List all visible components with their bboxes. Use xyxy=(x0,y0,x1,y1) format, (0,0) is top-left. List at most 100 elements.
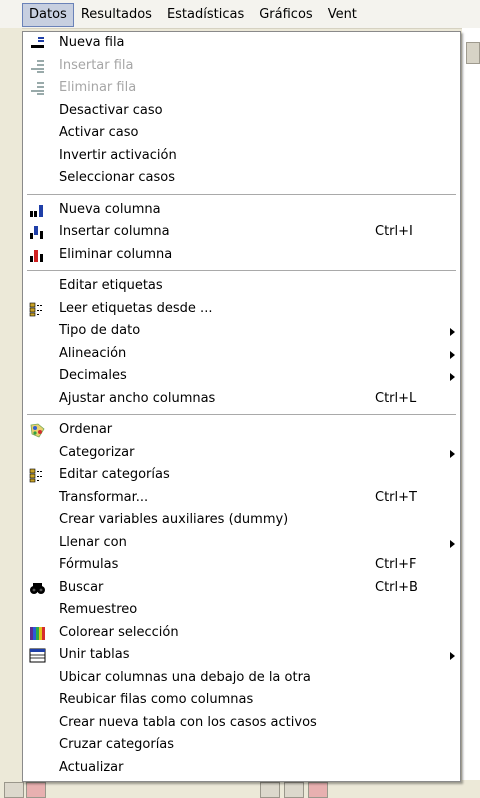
menu-item-colorear-seleccion[interactable]: Colorear selección xyxy=(23,622,460,645)
menu-item-editar-etiquetas[interactable]: Editar etiquetas xyxy=(23,275,460,298)
submenu-arrow-icon xyxy=(450,539,455,548)
menu-item-label: Ajustar ancho columnas xyxy=(59,390,216,406)
menu-item-label: Activar caso xyxy=(59,125,139,140)
menu-item-label: Insertar fila xyxy=(59,57,134,73)
shortcut-label: Ctrl+F xyxy=(375,557,417,572)
menu-item-ubicar-columnas-una-debajo-de-la-otra[interactable]: Ubicar columnas una debajo de la otra xyxy=(23,667,460,690)
menu-item-transformar[interactable]: Transformar... Ctrl+T xyxy=(23,487,460,510)
menu-item-leer-etiquetas-desde[interactable]: Leer etiquetas desde ... xyxy=(23,298,460,321)
submenu-arrow-icon xyxy=(450,652,455,660)
menu-item-label: Alineación xyxy=(59,345,127,361)
menu-item-label: Ubicar columnas una debajo de la otra xyxy=(59,669,311,685)
menu-estadisticas[interactable]: Estadísticas xyxy=(160,4,252,26)
menu-item-desactivar-caso[interactable]: Desactivar caso xyxy=(23,100,460,123)
menu-graficos[interactable]: Gráficos xyxy=(252,4,320,26)
menu-item-invertir-activacion[interactable]: Invertir activación xyxy=(23,145,460,168)
background-window-right xyxy=(462,28,480,796)
menu-item-label: Remuestreo xyxy=(59,602,138,617)
menu-item-decimales[interactable]: Decimales xyxy=(23,365,460,388)
menu-item-label: Actualizar xyxy=(59,759,124,775)
new-column-icon xyxy=(29,203,46,218)
menu-item-buscar[interactable]: Buscar Ctrl+B xyxy=(23,577,460,600)
submenu-arrow-icon xyxy=(450,350,455,359)
menu-item-alineacion[interactable]: Alineación xyxy=(23,343,460,366)
menu-item-insertar-columna[interactable]: Insertar columna Ctrl+I xyxy=(23,221,460,244)
menu-item-remuestreo[interactable]: Remuestreo xyxy=(23,599,460,622)
menu-item-tipo-de-dato[interactable]: Tipo de dato xyxy=(23,320,460,343)
menu-item-label: Llenar con xyxy=(59,534,127,550)
menu-separator xyxy=(23,266,460,275)
delete-row-icon xyxy=(29,81,46,96)
new-row-icon xyxy=(29,36,46,51)
menu-item-label: Desactivar caso xyxy=(59,102,163,118)
menu-item-formulas[interactable]: Fórmulas Ctrl+F xyxy=(23,554,460,577)
menu-item-label: Cruzar categorías xyxy=(59,737,175,752)
menu-ventana[interactable]: Vent xyxy=(321,4,365,26)
menu-item-label: Editar categorías xyxy=(59,467,170,482)
datos-dropdown-menu: Nueva fila Insertar fila Eliminar fila Desa… xyxy=(22,31,461,782)
menu-item-actualizar[interactable]: Actualizar xyxy=(23,757,460,780)
shortcut-label: Ctrl+T xyxy=(375,489,417,505)
menu-item-label: Categorizar xyxy=(59,444,135,460)
menu-item-ordenar[interactable]: Ordenar xyxy=(23,419,460,442)
color-bars-icon xyxy=(29,626,46,641)
menu-item-nueva-fila[interactable]: Nueva fila xyxy=(23,32,460,55)
menu-datos[interactable]: Datos xyxy=(22,3,74,27)
menu-item-label: Insertar columna xyxy=(59,224,170,239)
menu-bar: Datos Resultados Estadísticas Gráficos V… xyxy=(0,0,480,29)
menu-item-categorizar[interactable]: Categorizar xyxy=(23,442,460,465)
menu-item-label: Leer etiquetas desde ... xyxy=(59,300,213,316)
menu-item-label: Crear variables auxiliares (dummy) xyxy=(59,512,289,527)
menu-item-label: Ordenar xyxy=(59,422,113,437)
menu-item-eliminar-columna[interactable]: Eliminar columna xyxy=(23,244,460,267)
binoculars-icon xyxy=(29,581,46,596)
menu-separator xyxy=(23,190,460,199)
delete-column-icon xyxy=(29,248,46,263)
background-toolbar-bottom xyxy=(0,780,480,798)
menu-item-label: Reubicar filas como columnas xyxy=(59,692,254,707)
menu-item-label: Crear nueva tabla con los casos activos xyxy=(59,714,317,730)
background-toolbar-left xyxy=(0,28,22,796)
insert-column-icon xyxy=(29,225,46,240)
menu-item-crear-variables-auxiliares-dummy[interactable]: Crear variables auxiliares (dummy) xyxy=(23,509,460,532)
menu-item-activar-caso[interactable]: Activar caso xyxy=(23,122,460,145)
shortcut-label: Ctrl+B xyxy=(375,579,418,595)
menu-item-nueva-columna[interactable]: Nueva columna xyxy=(23,199,460,222)
menu-item-crear-nueva-tabla-con-los-casos-activos[interactable]: Crear nueva tabla con los casos activos xyxy=(23,712,460,735)
insert-row-icon xyxy=(29,59,46,74)
menu-item-ajustar-ancho-columnas[interactable]: Ajustar ancho columnas Ctrl+L xyxy=(23,388,460,411)
submenu-arrow-icon xyxy=(450,373,455,381)
menu-item-label: Nueva fila xyxy=(59,35,125,50)
submenu-arrow-icon xyxy=(450,328,455,336)
join-tables-icon xyxy=(29,648,46,663)
menu-item-seleccionar-casos[interactable]: Seleccionar casos xyxy=(23,167,460,190)
menu-resultados[interactable]: Resultados xyxy=(74,4,160,26)
sort-icon xyxy=(29,423,46,438)
menu-item-label: Nueva columna xyxy=(59,201,161,217)
shortcut-label: Ctrl+L xyxy=(375,390,417,406)
menu-item-insertar-fila: Insertar fila xyxy=(23,55,460,78)
menu-item-label: Seleccionar casos xyxy=(59,170,176,185)
menu-item-label: Transformar... xyxy=(59,489,149,505)
menu-item-label: Buscar xyxy=(59,579,104,595)
menu-item-eliminar-fila: Eliminar fila xyxy=(23,77,460,100)
submenu-arrow-icon xyxy=(450,449,455,458)
menu-item-label: Colorear selección xyxy=(59,624,179,640)
menu-item-label: Editar etiquetas xyxy=(59,278,163,293)
menu-item-label: Tipo de dato xyxy=(59,323,141,338)
menu-item-label: Eliminar fila xyxy=(59,80,137,95)
menu-item-cruzar-categorias[interactable]: Cruzar categorías xyxy=(23,734,460,757)
menu-item-llenar-con[interactable]: Llenar con xyxy=(23,532,460,555)
labels-icon xyxy=(29,302,46,317)
menu-item-label: Decimales xyxy=(59,368,127,383)
menu-item-reubicar-filas-como-columnas[interactable]: Reubicar filas como columnas xyxy=(23,689,460,712)
categories-icon xyxy=(29,468,46,483)
menu-item-editar-categorias[interactable]: Editar categorías xyxy=(23,464,460,487)
menu-item-unir-tablas[interactable]: Unir tablas xyxy=(23,644,460,667)
menu-item-label: Eliminar columna xyxy=(59,246,173,262)
menu-separator xyxy=(23,410,460,419)
menu-item-label: Invertir activación xyxy=(59,147,177,163)
shortcut-label: Ctrl+I xyxy=(375,224,413,239)
menu-item-label: Unir tablas xyxy=(59,647,130,662)
menu-item-label: Fórmulas xyxy=(59,557,119,572)
